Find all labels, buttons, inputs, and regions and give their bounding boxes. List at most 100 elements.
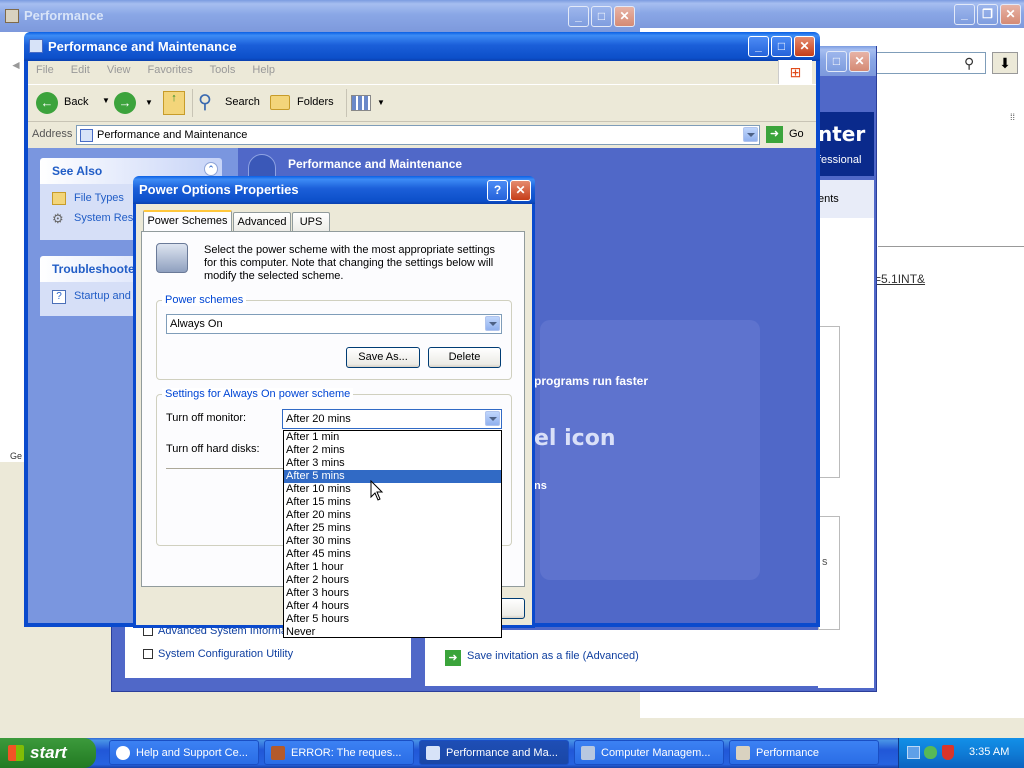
dropdown-option[interactable]: After 2 mins <box>284 444 501 457</box>
dropdown-arrow-icon[interactable]: ▼ <box>102 96 110 105</box>
start-button[interactable]: start <box>0 738 96 768</box>
dropdown-option[interactable]: Never <box>284 626 501 639</box>
taskbar-button-performance[interactable]: Performance <box>729 740 879 765</box>
tab-label: UPS <box>299 216 323 228</box>
dropdown-arrow-icon[interactable]: ▼ <box>377 98 385 107</box>
help-center-titlebar: □ ✕ <box>818 46 876 76</box>
maximize-button[interactable]: □ <box>826 51 847 72</box>
dropdown-option[interactable]: After 3 hours <box>284 587 501 600</box>
go-button[interactable]: ➜ Go <box>766 125 812 145</box>
minimize-button[interactable]: _ <box>954 4 975 25</box>
dropdown-option[interactable]: After 1 hour <box>284 561 501 574</box>
dropdown-option[interactable]: After 3 mins <box>284 457 501 470</box>
dropdown-option[interactable]: After 4 hours <box>284 600 501 613</box>
back-button[interactable]: ← Back ▼ <box>36 91 110 117</box>
explorer-title: Performance and Maintenance <box>48 39 237 54</box>
close-button[interactable]: ✕ <box>794 36 815 57</box>
content-text-2: el icon <box>534 426 616 451</box>
menu-favorites[interactable]: Favorites <box>148 64 193 76</box>
help-window-titlebar: _ ❐ ✕ <box>640 0 1024 28</box>
taskbar-button-performance-maintenance[interactable]: Performance and Ma... <box>419 740 569 765</box>
taskbar-button-help[interactable]: Help and Support Ce... <box>109 740 259 765</box>
minimize-button[interactable]: _ <box>568 6 589 27</box>
views-icon[interactable] <box>351 95 371 111</box>
forward-button[interactable]: → <box>114 92 136 114</box>
search-icon[interactable]: ⚲ <box>964 55 974 72</box>
address-bar: Address Performance and Maintenance ➜ Go <box>28 123 816 147</box>
content-text-3[interactable]: ns <box>534 480 547 492</box>
taskbar-button-label: Computer Managem... <box>601 747 711 759</box>
dropdown-option[interactable]: After 15 mins <box>284 496 501 509</box>
list-item-label: System Configuration Utility <box>158 648 294 660</box>
control-panel-icon <box>29 39 43 53</box>
minimize-button[interactable]: _ <box>748 36 769 57</box>
help-url-link[interactable]: =5.1INT& <box>874 272 925 286</box>
dropdown-option[interactable]: After 2 hours <box>284 574 501 587</box>
clock[interactable]: 3:35 AM <box>969 746 1009 758</box>
dropdown-option[interactable]: After 20 mins <box>284 509 501 522</box>
chevron-down-icon[interactable] <box>485 316 500 331</box>
help-button[interactable]: ? <box>487 180 508 201</box>
search-button[interactable]: ⚲ Search <box>198 91 264 117</box>
delete-button[interactable]: Delete <box>428 347 501 368</box>
performance-icon <box>248 154 276 178</box>
tab-power-schemes[interactable]: Power Schemes <box>143 210 232 232</box>
menu-file[interactable]: File <box>36 64 54 76</box>
download-icon[interactable]: ⬇ <box>992 52 1018 74</box>
toolbar: ← Back ▼ → ▼ ↑ ⚲ Search Folders ▼ <box>28 84 816 122</box>
sync-icon[interactable] <box>924 746 937 759</box>
content-text-1[interactable]: programs run faster <box>534 374 648 388</box>
address-dropdown-arrow[interactable] <box>743 127 758 142</box>
security-shield-icon[interactable] <box>942 745 954 760</box>
dropdown-option-highlighted[interactable]: After 5 mins <box>284 470 501 483</box>
taskbar-button-error[interactable]: ERROR: The reques... <box>264 740 414 765</box>
close-button[interactable]: ✕ <box>1000 4 1021 25</box>
save-as-button[interactable]: Save As... <box>346 347 420 368</box>
content-header: Performance and Maintenance <box>246 154 646 178</box>
tab-advanced[interactable]: Advanced <box>233 212 291 232</box>
delete-label: Delete <box>448 351 481 363</box>
address-label: Address <box>32 128 73 140</box>
monitor-label: Turn off monitor: <box>166 412 247 424</box>
help-center-header: nter fessional <box>818 112 874 176</box>
maximize-button[interactable]: □ <box>771 36 792 57</box>
menu-help[interactable]: Help <box>252 64 275 76</box>
folder-icon <box>270 95 290 110</box>
save-invitation-link[interactable]: Save invitation as a file (Advanced) <box>467 650 639 662</box>
start-label: start <box>30 743 67 762</box>
dropdown-arrow-icon[interactable]: ▼ <box>145 98 153 107</box>
tab-ups[interactable]: UPS <box>292 212 330 232</box>
dropdown-option[interactable]: After 25 mins <box>284 522 501 535</box>
help-center-subtitle: fessional <box>818 154 862 166</box>
help-center-link[interactable]: ents <box>818 193 839 205</box>
close-button[interactable]: ✕ <box>510 180 531 201</box>
dropdown-option[interactable]: After 5 hours <box>284 613 501 626</box>
up-folder-icon[interactable]: ↑ <box>163 91 185 115</box>
dropdown-option[interactable]: After 30 mins <box>284 535 501 548</box>
scheme-select[interactable]: Always On <box>166 314 502 334</box>
network-icon[interactable] <box>907 746 920 759</box>
menu-edit[interactable]: Edit <box>71 64 90 76</box>
computer-icon <box>581 746 595 760</box>
monitor-select[interactable]: After 20 mins <box>282 409 502 429</box>
menu-view[interactable]: View <box>107 64 131 76</box>
close-button[interactable]: ✕ <box>614 6 635 27</box>
maximize-button[interactable]: □ <box>591 6 612 27</box>
toolbar-separator <box>346 89 347 117</box>
dropdown-option[interactable]: After 10 mins <box>284 483 501 496</box>
folders-button[interactable]: Folders <box>270 91 340 117</box>
taskbar-button-computer-management[interactable]: Computer Managem... <box>574 740 724 765</box>
dropdown-option[interactable]: After 1 min <box>284 431 501 444</box>
search-label: Search <box>225 96 260 108</box>
power-schemes-group <box>156 300 512 380</box>
address-input[interactable]: Performance and Maintenance <box>76 125 760 145</box>
restore-button[interactable]: ❐ <box>977 4 998 25</box>
taskbar-button-label: Performance <box>756 747 819 759</box>
chevron-down-icon[interactable] <box>485 411 500 426</box>
menu-tools[interactable]: Tools <box>210 64 236 76</box>
collapse-icon[interactable]: ⌃ <box>204 162 218 176</box>
close-button[interactable]: ✕ <box>849 51 870 72</box>
help-center-box1 <box>818 326 840 478</box>
dropdown-option[interactable]: After 45 mins <box>284 548 501 561</box>
address-value: Performance and Maintenance <box>97 129 248 141</box>
